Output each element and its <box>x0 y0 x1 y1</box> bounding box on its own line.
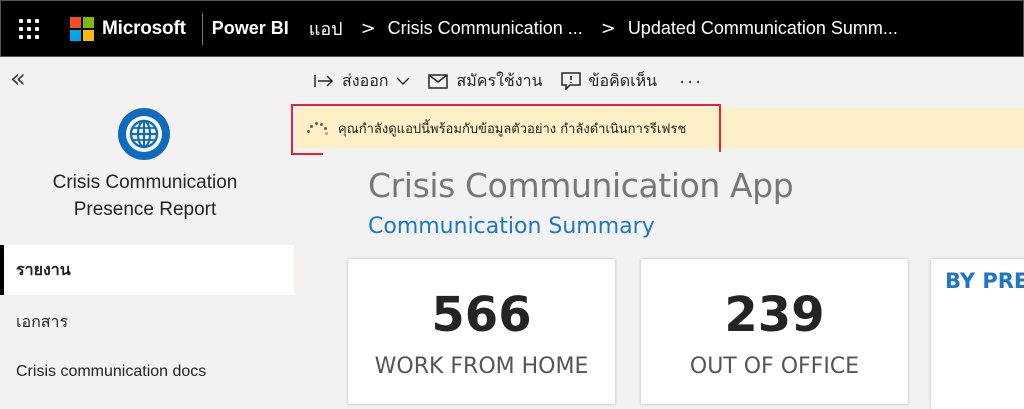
visual-heading: BY PRE <box>945 269 1024 293</box>
report-subtitle: Communication Summary <box>368 214 655 239</box>
brand-name[interactable]: Microsoft <box>102 18 186 40</box>
report-toolbar: ส่งออก สมัครใช้งาน ข้อคิดเห็น ··· <box>296 57 1024 105</box>
kpi-value: 239 <box>724 287 825 343</box>
kpi-card-out-of-office[interactable]: 239 OUT OF OFFICE <box>641 259 908 404</box>
collapse-nav-icon[interactable]: « <box>10 66 26 92</box>
app-title-line: Crisis Communication <box>52 172 238 193</box>
microsoft-logo-icon <box>70 16 94 41</box>
nav-item-reports[interactable]: รายงาน <box>0 245 294 295</box>
breadcrumb-apps[interactable]: แอป <box>309 14 343 43</box>
app-title-line: Presence Report <box>73 199 217 220</box>
breadcrumb-app[interactable]: Crisis Communication ... <box>388 18 583 39</box>
report-title: Crisis Communication App <box>368 166 794 205</box>
app-launcher-icon[interactable] <box>1 0 57 57</box>
kpi-label: WORK FROM HOME <box>374 354 589 379</box>
kpi-value: 566 <box>431 287 532 343</box>
loading-spinner-icon <box>306 121 328 135</box>
breadcrumb-separator-icon: > <box>360 18 376 39</box>
export-label: ส่งออก <box>342 72 389 90</box>
kpi-label: OUT OF OFFICE <box>689 354 860 379</box>
comments-button[interactable]: ข้อคิดเห็น <box>560 69 658 94</box>
breadcrumb-report[interactable]: Updated Communication Summ... <box>628 18 898 39</box>
notification-text: คุณกำลังดูแอปนี้พร้อมกับข้อมูลตัวอย่าง ก… <box>338 121 687 137</box>
app-navigation-pane: « Crisis Communication Presence Report ร… <box>0 57 294 409</box>
comments-label: ข้อคิดเห็น <box>588 72 658 90</box>
globe-icon <box>118 108 170 160</box>
top-bar: Microsoft Power BI แอป > Crisis Communic… <box>0 0 1024 57</box>
sample-data-notification: คุณกำลังดูแอปนี้พร้อมกับข้อมูลตัวอย่าง ก… <box>296 108 1024 148</box>
export-icon <box>314 75 334 87</box>
nav-item-crisis-docs[interactable]: Crisis communication docs <box>0 347 294 397</box>
partial-visual-card[interactable]: BY PRE <box>931 259 1024 409</box>
subscribe-label: สมัครใช้งาน <box>456 72 543 90</box>
subscribe-button[interactable]: สมัครใช้งาน <box>428 69 543 94</box>
nav-item-documents[interactable]: เอกสาร <box>0 297 294 347</box>
app-title: Crisis Communication Presence Report <box>0 169 290 223</box>
more-options-icon[interactable]: ··· <box>679 71 703 92</box>
breadcrumb-separator-icon: > <box>600 18 616 39</box>
export-button[interactable]: ส่งออก <box>314 69 410 94</box>
divider <box>201 12 203 45</box>
report-canvas: Crisis Communication App Communication S… <box>323 152 1024 409</box>
product-name[interactable]: Power BI <box>212 18 289 39</box>
comment-icon <box>560 72 581 90</box>
chevron-down-icon <box>396 77 410 85</box>
kpi-card-work-from-home[interactable]: 566 WORK FROM HOME <box>348 259 615 404</box>
mail-icon <box>428 73 449 89</box>
